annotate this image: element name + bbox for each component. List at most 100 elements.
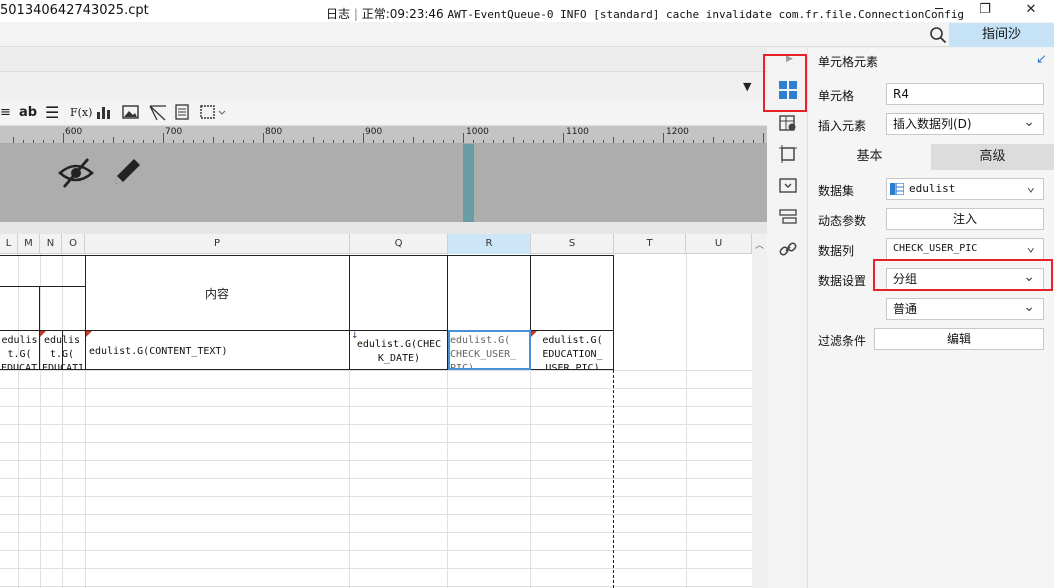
col-header-O[interactable]: O [62,234,85,254]
ruler-tick [353,140,354,143]
ruler-tick [393,140,394,143]
col-header-N[interactable]: N [40,234,62,254]
tab-advanced[interactable]: 高级 [931,144,1054,170]
image-icon[interactable] [122,104,139,120]
cell-R4[interactable]: edulist.G( CHECK_USER_ PIC) [450,334,528,368]
pencil-edit-icon[interactable] [110,155,144,189]
ruler-tick [593,140,594,143]
grid-row-line [0,550,752,551]
col-header-Q[interactable]: Q [350,234,448,254]
ruler-tick [463,133,464,143]
data-setting-mode-dropdown[interactable]: 普通 [886,297,1044,320]
ruler-tick [223,140,224,143]
col-header-S[interactable]: S [531,234,614,254]
pin-arrow-icon[interactable]: ↙ [1036,52,1047,67]
format-brush-icon[interactable]: ▼ [743,80,751,93]
ruler-tick [363,133,364,143]
ruler-tick [523,140,524,143]
col-header-R[interactable]: R [448,234,531,254]
window-title: 501340642743025.cpt [0,3,149,18]
spreadsheet-grid[interactable]: 内容 edulis t.G( EDUCATI edulis t.G( EDUCA… [0,254,752,588]
tab-basic[interactable]: 基本 [808,144,931,170]
cell-S4[interactable]: edulist.G( EDUCATION_ USER_PIC) [534,334,611,369]
cell-input[interactable]: R4 [886,83,1044,105]
ruler-tick [483,140,484,143]
col-header-M[interactable]: M [18,234,40,254]
insert-element-dropdown[interactable]: 插入数据列(D) [886,112,1044,135]
condition-attribute-icon[interactable] [779,209,797,225]
ruler-tick [73,140,74,143]
ruler-tick [193,140,194,143]
formula-icon[interactable]: F(x) [70,104,92,122]
ruler-tick [133,140,134,143]
hyperlink-icon[interactable] [779,240,797,258]
ruler-tick [93,140,94,143]
col-header-T[interactable]: T [614,234,686,254]
widget-icon[interactable] [779,178,797,194]
document-tab-bar [0,48,767,72]
cell-P4[interactable]: edulist.G(CONTENT_TEXT) [89,345,347,361]
inject-button[interactable]: 注入 [886,208,1044,230]
vertical-scrollbar[interactable]: ︿ [752,234,767,588]
dataset-icon [890,183,904,195]
chart-icon[interactable] [96,104,112,120]
user-guide-button[interactable]: 指间沙 [949,23,1054,47]
text-input-icon[interactable]: ab [19,104,37,122]
cell-L4[interactable]: edulis t.G( EDUCATI [1,334,38,369]
diagonal-line-icon[interactable] [149,104,167,121]
highlight-box-icon-strip [763,54,807,112]
ruler-tick [53,140,54,143]
ruler-label: 1100 [566,127,589,137]
hide-eye-icon[interactable] [58,155,94,191]
col-header-P[interactable]: P [85,234,350,254]
dynamic-param-label: 动态参数 [818,214,867,228]
ruler-tick [583,140,584,143]
edit-filter-button[interactable]: 编辑 [874,328,1044,350]
ruler-tick [553,140,554,143]
status-text: 正常:09:23:46 [361,7,444,21]
log-label[interactable]: 日志 [326,7,350,21]
grid-col-line [40,254,41,588]
ruler-tick [263,133,264,143]
rich-text-icon[interactable]: ☰ [45,104,59,122]
ruler-tick [633,140,634,143]
ruler-tick [743,140,744,143]
ruler-tick [643,140,644,143]
search-icon[interactable] [929,26,947,44]
ruler-tick [313,137,314,143]
ruler-tick [663,133,664,143]
cell-N4[interactable]: edulis t.G( EDUCATI [42,334,82,369]
data-column-dropdown[interactable]: CHECK_USER_PIC [886,237,1044,260]
ruler-tick [383,140,384,143]
ruler-tick [433,140,434,143]
close-button[interactable]: ✕ [1008,0,1054,22]
content-header-cell[interactable]: 内容 [85,285,349,302]
ruler-tick [723,140,724,143]
ruler-tick [533,140,534,143]
grid-row-line [0,478,752,479]
ruler-label: 900 [365,127,383,137]
col-header-U[interactable]: U [686,234,752,254]
grid-row-line [0,568,752,569]
insert-toolbar [0,100,767,126]
float-element-icon[interactable] [779,145,797,163]
ruler-tick [493,140,494,143]
text-align-icon[interactable]: ≡ [0,104,11,122]
ruler-tick [103,140,104,143]
log-status: 日志 | 正常:09:23:46 AWT-EventQueue-0 INFO [… [326,7,965,21]
border-icon[interactable] [200,104,226,120]
col-header-L[interactable]: L [0,234,18,254]
subreport-icon[interactable] [175,104,189,120]
ruler-tick [243,140,244,143]
ruler-tick [513,137,514,143]
grid-row-line [0,514,752,515]
ruler-tick [453,140,454,143]
grid-col-line [62,254,63,588]
grid-row-line [0,460,752,461]
dataset-dropdown[interactable]: edulist [886,177,1044,200]
ruler-tick [273,140,274,143]
cell-attribute-icon[interactable] [779,114,797,132]
cell-Q4[interactable]: edulist.G(CHEC K_DATE) [352,338,446,368]
maximize-button[interactable]: ❐ [962,0,1008,22]
ruler-tick [153,140,154,143]
